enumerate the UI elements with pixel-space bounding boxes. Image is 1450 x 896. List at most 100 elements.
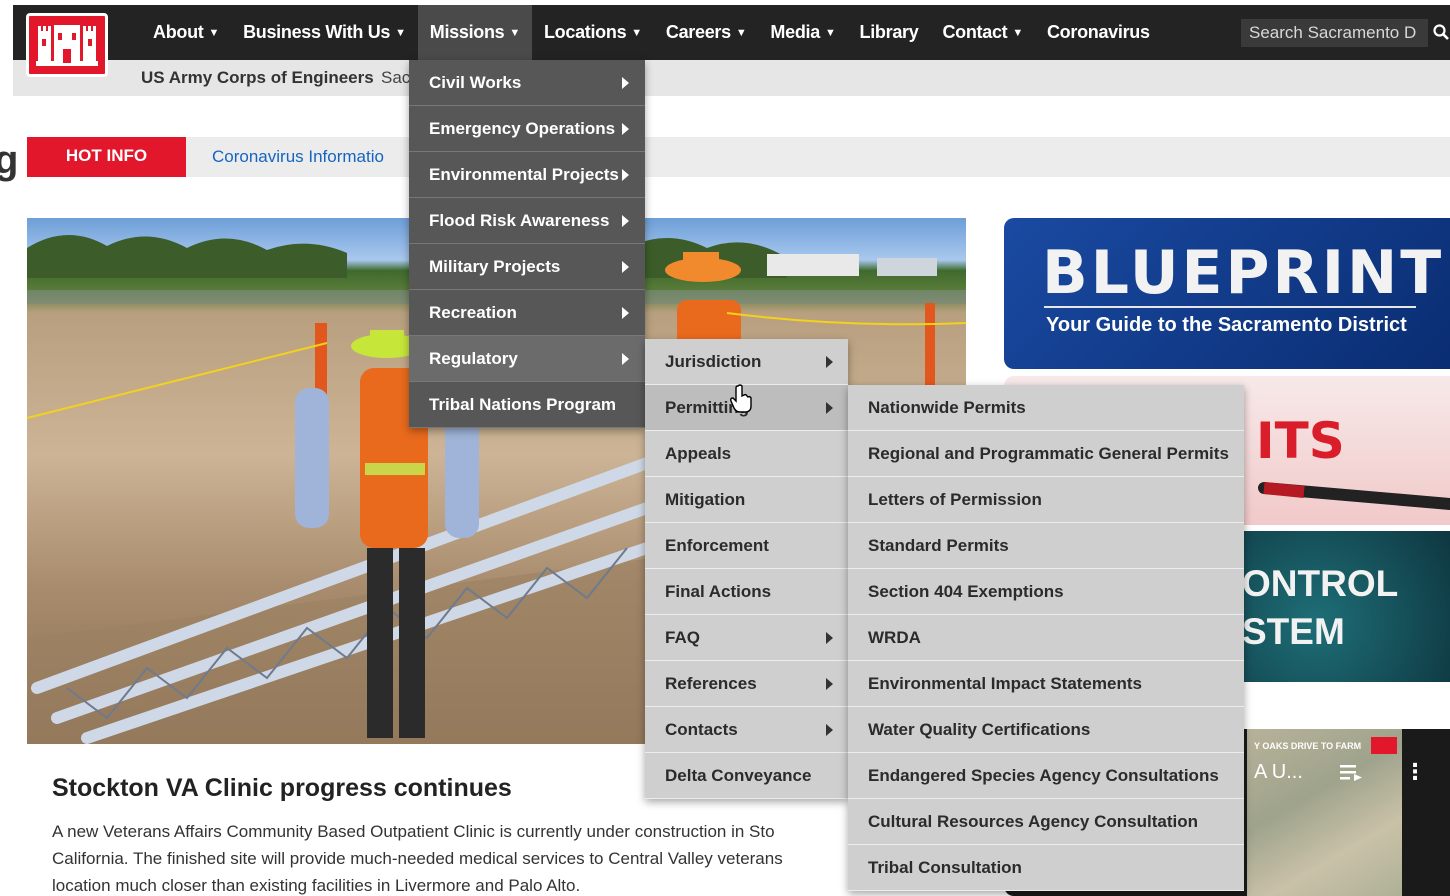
menu-item-label: Regulatory (429, 349, 518, 368)
regulatory-item-delta-conveyance[interactable]: Delta Conveyance (645, 753, 848, 799)
nav-item-media[interactable]: Media ▼ (758, 5, 847, 60)
menu-item-label: References (665, 674, 757, 693)
menu-item-label: Environmental Projects (429, 165, 619, 184)
nav-item-label: Library (859, 22, 919, 42)
menu-item-label: Jurisdiction (665, 352, 762, 371)
nav-item-library[interactable]: Library (848, 5, 931, 60)
nav-item-locations[interactable]: Locations ▼ (532, 5, 654, 60)
menu-item-label: Cultural Resources Agency Consultation (868, 812, 1198, 831)
news-body-line-1: A new Veterans Affairs Community Based O… (52, 822, 775, 841)
regulatory-item-jurisdiction[interactable]: Jurisdiction (645, 339, 848, 385)
regulatory-item-appeals[interactable]: Appeals (645, 431, 848, 477)
news-headline[interactable]: Stockton VA Clinic progress continues (52, 774, 512, 803)
caret-right-icon (622, 261, 629, 273)
permitting-item-wrda[interactable]: WRDA (848, 615, 1244, 661)
menu-item-label: FAQ (665, 628, 700, 647)
site-subheader: US Army Corps of Engineers Sac (13, 60, 1450, 96)
missions-item-regulatory[interactable]: Regulatory (409, 336, 645, 382)
permitting-item-endangered-species-agency-consultations[interactable]: Endangered Species Agency Consultations (848, 753, 1244, 799)
video-channel-badge (1371, 737, 1397, 754)
caret-right-icon (826, 632, 833, 644)
video-thumbnail-map (1247, 729, 1402, 896)
missions-item-environmental-projects[interactable]: Environmental Projects (409, 152, 645, 198)
search-icon[interactable] (1433, 24, 1449, 40)
playlist-icon[interactable] (1340, 763, 1362, 781)
nav-item-careers[interactable]: Careers ▼ (654, 5, 759, 60)
regulatory-item-final-actions[interactable]: Final Actions (645, 569, 848, 615)
top-navbar: About ▼ Business With Us ▼ Missions ▼ Location… (13, 5, 1450, 60)
menu-item-label: Section 404 Exemptions (868, 582, 1064, 601)
caret-down-icon: ▼ (208, 27, 220, 39)
video-title[interactable]: A U... (1254, 761, 1303, 784)
caret-right-icon (622, 307, 629, 319)
menu-item-label: Civil Works (429, 73, 522, 92)
blueprint-title: BLUEPRINT (1042, 238, 1445, 308)
hot-info-link[interactable]: Coronavirus Informatio (212, 137, 384, 177)
caret-right-icon (826, 402, 833, 414)
regulatory-item-mitigation[interactable]: Mitigation (645, 477, 848, 523)
menu-item-label: Environmental Impact Statements (868, 674, 1142, 693)
menu-item-label: Contacts (665, 720, 738, 739)
permitting-item-water-quality-certifications[interactable]: Water Quality Certifications (848, 707, 1244, 753)
nav-item-business-with-us[interactable]: Business With Us ▼ (231, 5, 418, 60)
permitting-item-section-404-exemptions[interactable]: Section 404 Exemptions (848, 569, 1244, 615)
hot-info-bar: HOT INFO Coronavirus Informatio (27, 137, 1450, 177)
regulatory-item-references[interactable]: References (645, 661, 848, 707)
missions-item-military-projects[interactable]: Military Projects (409, 244, 645, 290)
nav-item-label: Missions (429, 22, 505, 42)
menu-item-label: Delta Conveyance (665, 766, 812, 785)
nav-item-about[interactable]: About ▼ (141, 5, 231, 60)
regulatory-item-contacts[interactable]: Contacts (645, 707, 848, 753)
permitting-item-letters-of-permission[interactable]: Letters of Permission (848, 477, 1244, 523)
promo-blueprint[interactable]: BLUEPRINT Your Guide to the Sacramento D… (1004, 218, 1450, 369)
missions-item-tribal-nations-program[interactable]: Tribal Nations Program (409, 382, 645, 428)
news-body-line-3: location much closer than existing facil… (52, 876, 581, 895)
menu-item-label: Endangered Species Agency Consultations (868, 766, 1219, 785)
caret-right-icon (622, 77, 629, 89)
menu-item-label: Regional and Programmatic General Permit… (868, 444, 1229, 463)
caret-right-icon (622, 353, 629, 365)
water-control-line1: ONTROL (1242, 563, 1399, 604)
missions-item-recreation[interactable]: Recreation (409, 290, 645, 336)
permitting-item-standard-permits[interactable]: Standard Permits (848, 523, 1244, 569)
caret-right-icon (622, 123, 629, 135)
missions-item-emergency-operations[interactable]: Emergency Operations (409, 106, 645, 152)
news-body-line-2: California. The finished site will provi… (52, 849, 783, 868)
water-control-line2: STEM (1242, 611, 1345, 652)
permitting-item-regional-and-programmatic-general-permits[interactable]: Regional and Programmatic General Permit… (848, 431, 1244, 477)
regulatory-item-enforcement[interactable]: Enforcement (645, 523, 848, 569)
nav-item-label: Business With Us (243, 22, 391, 42)
menu-item-label: Emergency Operations (429, 119, 616, 138)
district-name[interactable]: Sac (381, 60, 410, 96)
caret-down-icon: ▼ (735, 27, 747, 39)
nav-item-contact[interactable]: Contact ▼ (930, 5, 1035, 60)
usace-castle-logo[interactable] (26, 13, 108, 77)
permitting-item-environmental-impact-statements[interactable]: Environmental Impact Statements (848, 661, 1244, 707)
video-caption: Y OAKS DRIVE TO FARM (1254, 741, 1362, 751)
search-input[interactable] (1241, 19, 1428, 47)
blueprint-subtitle: Your Guide to the Sacramento District (1046, 314, 1407, 336)
video-more-icon[interactable]: ⋮ (1404, 759, 1426, 785)
nav-item-missions[interactable]: Missions ▼ (417, 5, 532, 60)
permitting-item-nationwide-permits[interactable]: Nationwide Permits (848, 385, 1244, 431)
regulatory-item-faq[interactable]: FAQ (645, 615, 848, 661)
nav-item-label: Contact (942, 22, 1008, 42)
nav-items: About ▼ Business With Us ▼ Missions ▼ Location… (141, 5, 1162, 60)
menu-item-label: Military Projects (429, 257, 561, 276)
org-name[interactable]: US Army Corps of Engineers (141, 60, 374, 96)
blueprint-divider (1044, 306, 1416, 308)
missions-item-flood-risk-awareness[interactable]: Flood Risk Awareness (409, 198, 645, 244)
permitting-item-cultural-resources-agency-consultation[interactable]: Cultural Resources Agency Consultation (848, 799, 1244, 845)
permitting-submenu: Nationwide Permits Regional and Programma… (848, 385, 1244, 891)
nav-item-coronavirus[interactable]: Coronavirus (1035, 5, 1162, 60)
caret-right-icon (826, 356, 833, 368)
permitting-item-tribal-consultation[interactable]: Tribal Consultation (848, 845, 1244, 891)
caret-down-icon: ▼ (631, 27, 642, 39)
menu-item-label: Standard Permits (868, 536, 1009, 555)
hot-info-label: HOT INFO (27, 137, 186, 177)
clipped-heading-letter: g (0, 138, 19, 182)
menu-item-label: Final Actions (665, 582, 772, 601)
nav-item-label: Coronavirus (1046, 22, 1150, 42)
menu-item-label: Nationwide Permits (868, 398, 1026, 417)
missions-item-civil-works[interactable]: Civil Works (409, 60, 645, 106)
